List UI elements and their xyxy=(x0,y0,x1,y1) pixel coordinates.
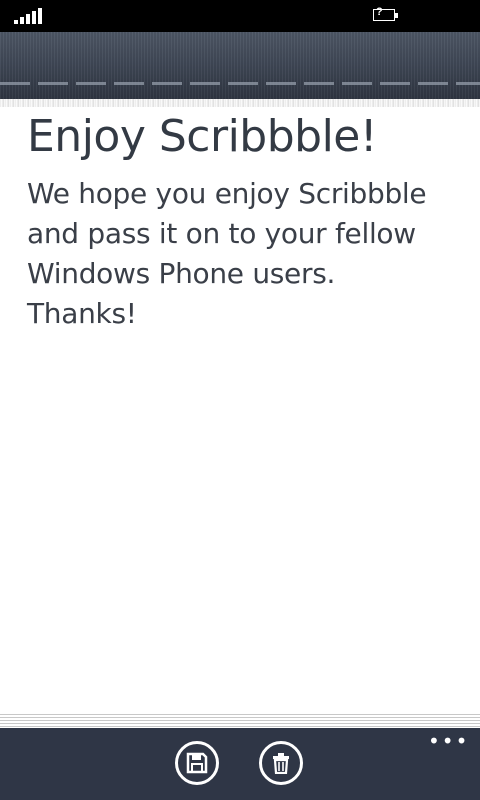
paper-bottom-lines xyxy=(0,712,480,728)
save-icon xyxy=(186,752,208,774)
torn-paper-edge xyxy=(0,99,480,107)
note-line: Windows Phone users. xyxy=(27,257,336,290)
delete-icon xyxy=(273,753,289,774)
battery-unknown-icon: ? xyxy=(373,6,401,23)
delete-button[interactable] xyxy=(259,741,303,785)
signal-strength-icon xyxy=(14,8,44,24)
stitched-header xyxy=(0,32,480,99)
save-button[interactable] xyxy=(175,741,219,785)
status-bar: ? xyxy=(0,0,480,32)
note-title[interactable]: Enjoy Scribbble! xyxy=(27,110,467,164)
header-stitching xyxy=(0,82,480,85)
more-options-button[interactable]: ••• xyxy=(428,731,469,751)
battery-glyph: ? xyxy=(376,6,383,18)
app-bar: ••• xyxy=(0,728,480,800)
note-line: and pass it on to your fellow xyxy=(27,217,416,250)
note-body[interactable]: We hope you enjoy Scribbble and pass it … xyxy=(27,174,467,334)
note-line: Thanks! xyxy=(27,297,137,330)
note-line: We hope you enjoy Scribbble xyxy=(27,177,427,210)
note-content[interactable]: Enjoy Scribbble! We hope you enjoy Scrib… xyxy=(27,110,467,334)
